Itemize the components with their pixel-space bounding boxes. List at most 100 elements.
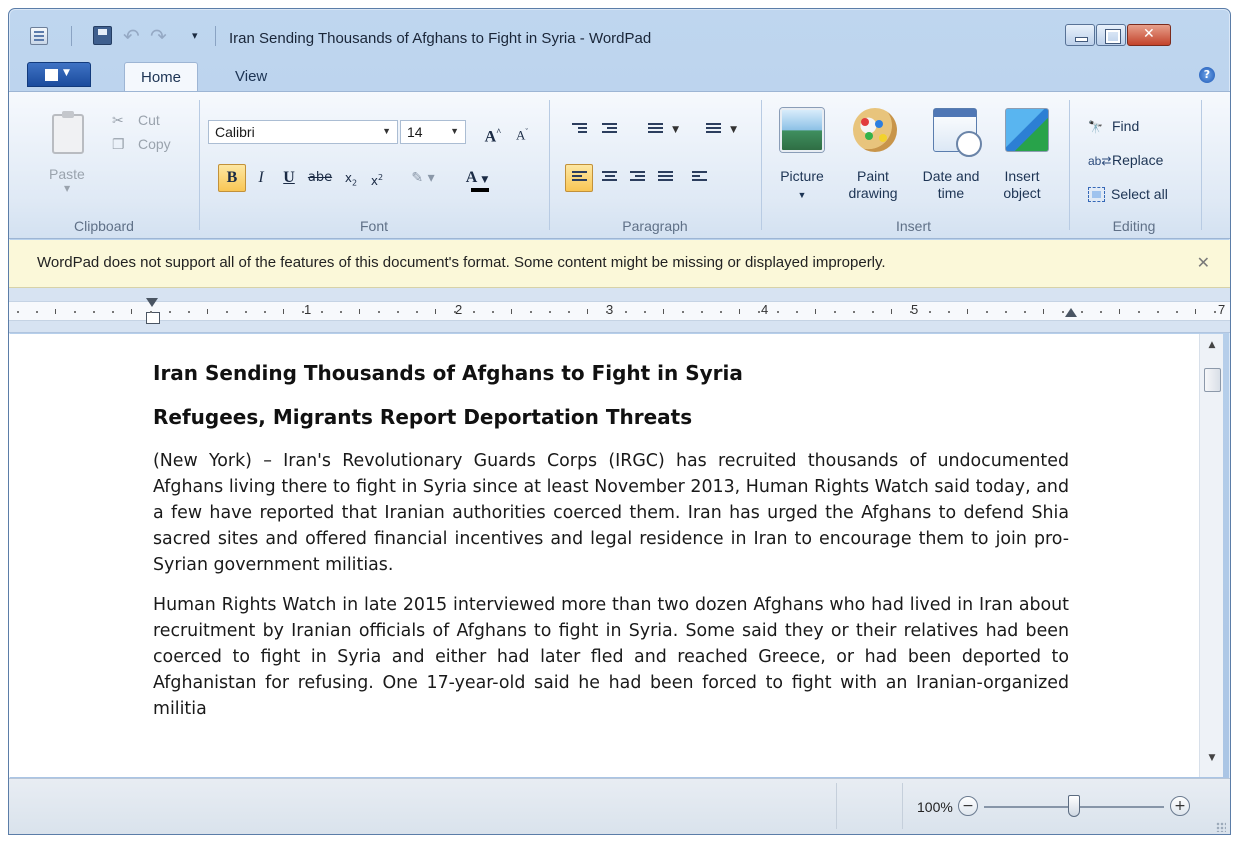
title-bar[interactable]: ↶ ↷ ▾ Iran Sending Thousands of Afghans … [9,9,1230,59]
customize-quick-access-icon[interactable]: ▾ [192,29,198,42]
undo-icon[interactable]: ↶ [123,24,140,48]
binoculars-icon: 🔭 [1088,120,1103,134]
status-separator [902,783,903,829]
ruler-tick [131,309,132,314]
save-icon[interactable] [93,26,112,45]
ruler-tick [226,311,228,313]
ruler-tick [815,309,816,314]
ruler-tick [549,311,551,313]
chevron-down-icon: ▼ [672,125,679,135]
application-menu-button[interactable]: ▼ [27,62,91,87]
grow-font-button[interactable]: A^ [479,118,507,146]
ruler-tick [74,311,76,313]
vertical-scrollbar[interactable]: ▲ ▼ [1199,334,1223,777]
ruler[interactable]: 1 2 3 4 5 7 [9,288,1230,333]
find-button[interactable]: 🔭 Find [1088,118,1139,134]
increase-indent-button[interactable] [595,116,623,144]
document-paragraph: Human Rights Watch in late 2015 intervie… [153,595,1069,719]
replace-button[interactable]: ab⇄Replace [1088,152,1163,168]
replace-label: Replace [1112,152,1164,168]
select-all-button[interactable]: Select all [1088,186,1168,202]
justify-button[interactable] [651,164,679,192]
calendar-clock-icon[interactable] [933,108,982,157]
align-center-button[interactable] [595,164,623,192]
align-right-button[interactable] [623,164,651,192]
ruler-tick [1138,311,1140,313]
shrink-font-button[interactable]: Aˇ [509,118,535,146]
scroll-down-icon[interactable]: ▼ [1200,753,1224,773]
close-icon[interactable]: ✕ [1197,253,1210,272]
document-content[interactable]: Iran Sending Thousands of Afghans to Fig… [153,360,1069,736]
decrease-indent-button[interactable] [565,116,593,144]
redo-icon[interactable]: ↷ [150,24,167,48]
ruler-tick [1195,309,1196,314]
paint-icon[interactable] [853,108,897,152]
strikethrough-button[interactable]: abe [303,164,337,192]
paste-dropdown-icon[interactable]: ▼ [64,184,70,193]
bold-button[interactable]: B [218,164,246,192]
underline-button[interactable]: U [276,164,302,192]
paragraph-icon [692,171,707,185]
app-icon[interactable] [30,27,48,45]
document-subheading: Refugees, Migrants Report Deportation Th… [153,405,693,429]
picture-icon[interactable] [780,108,824,152]
scroll-up-icon[interactable]: ▲ [1200,340,1224,360]
ruler-tick [150,311,152,313]
font-family-select[interactable]: Calibri ▼ [208,120,398,144]
date-time-button[interactable]: Date and time [911,168,991,202]
ruler-tick [1081,311,1083,313]
align-left-icon [572,171,587,185]
paragraph-settings-button[interactable] [685,164,713,192]
ruler-tick [568,311,570,313]
document-area[interactable]: Iran Sending Thousands of Afghans to Fig… [9,334,1199,777]
paste-icon[interactable] [52,111,84,154]
insert-object-button[interactable]: Insert object [991,168,1053,202]
zoom-in-button[interactable]: + [1170,796,1190,816]
ruler-tick [796,311,798,313]
tab-view[interactable]: View [219,62,283,91]
resize-grip[interactable] [1216,822,1226,832]
subscript-button[interactable]: x2 [339,164,363,192]
zoom-slider-thumb[interactable] [1068,795,1080,817]
italic-button[interactable]: I [248,164,274,192]
minimize-button[interactable] [1065,24,1095,46]
picture-button[interactable]: Picture ▼ [771,168,833,204]
ruler-tick [891,309,892,314]
tab-home[interactable]: Home [124,62,199,91]
cut-button[interactable]: ✂ Cut [112,112,160,129]
zoom-out-button[interactable]: − [958,796,978,816]
paint-drawing-button[interactable]: Paint drawing [835,168,911,202]
ruler-tick [948,311,950,313]
ruler-tick [17,311,19,313]
highlight-color-button[interactable]: ✎ ▾ [399,164,447,192]
document-heading: Iran Sending Thousands of Afghans to Fig… [153,361,743,385]
right-indent-marker[interactable] [1065,308,1077,317]
window-title: Iran Sending Thousands of Afghans to Fig… [229,30,652,47]
chevron-down-icon: ▼ [382,126,391,136]
align-center-icon [602,171,617,185]
maximize-button[interactable] [1096,24,1126,46]
line-spacing-button[interactable]: ▼ [699,116,743,144]
ruler-tick [435,309,436,314]
copy-button[interactable]: ❐ Copy [112,136,171,153]
font-size-select[interactable]: 14 ▼ [400,120,466,144]
help-icon[interactable]: ? [1199,67,1215,83]
ruler-tick [682,311,684,313]
chevron-down-icon: ▼ [481,175,489,185]
bullets-button[interactable]: ▼ [641,116,685,144]
insert-object-icon[interactable] [1005,108,1049,152]
ruler-tick [1100,311,1102,313]
align-left-button[interactable] [565,164,593,192]
scrollbar-thumb[interactable] [1204,368,1221,392]
ruler-tick [511,309,512,314]
paste-button[interactable]: Paste [49,166,85,182]
paint-label-line1: Paint [857,168,889,184]
font-family-value: Calibri [215,124,255,140]
ruler-tick [112,311,114,313]
ruler-number: 7 [1218,302,1226,317]
ruler-tick [1214,311,1216,313]
close-button[interactable] [1127,24,1171,46]
left-indent-marker[interactable] [146,298,160,324]
paragraph-group-label: Paragraph [622,218,688,234]
superscript-button[interactable]: x2 [365,164,389,192]
